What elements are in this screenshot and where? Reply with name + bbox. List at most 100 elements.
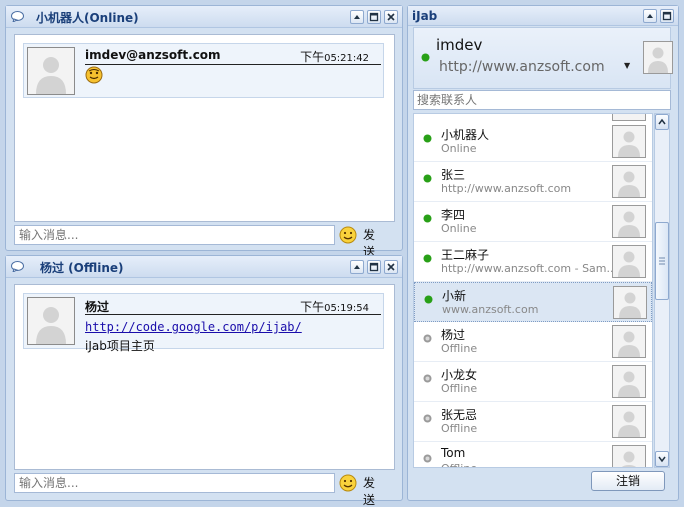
status-dropdown-icon[interactable]: ▼ bbox=[624, 61, 630, 70]
current-user-card[interactable]: imdev http://www.anzsoft.com ▼ bbox=[413, 27, 673, 89]
offline-status-icon bbox=[423, 414, 432, 423]
contact-item[interactable]: 王二麻子 http://www.anzsoft.com - Sam... bbox=[414, 242, 652, 282]
contact-status: http://www.anzsoft.com bbox=[441, 182, 572, 195]
divider bbox=[85, 64, 381, 65]
avatar bbox=[612, 405, 646, 438]
contact-status: http://www.anzsoft.com - Sam... bbox=[441, 262, 617, 275]
online-status-icon bbox=[423, 134, 432, 143]
contact-name: 小机器人 bbox=[441, 128, 490, 142]
current-user-avatar bbox=[643, 41, 673, 74]
contact-status: Offline bbox=[441, 462, 477, 467]
message-time: 下午05:21:42 bbox=[300, 48, 369, 65]
contact-item[interactable]: 李四 Online bbox=[414, 202, 652, 242]
chat-window-title: 小机器人(Online) bbox=[36, 11, 139, 25]
contact-name: 杨过 bbox=[441, 328, 466, 342]
contact-name: 张三 bbox=[441, 168, 466, 182]
smiley-icon bbox=[85, 66, 103, 84]
contact-list-scrollbar[interactable] bbox=[654, 113, 670, 468]
close-button[interactable] bbox=[384, 260, 398, 274]
current-user-status[interactable]: http://www.anzsoft.com bbox=[439, 59, 605, 75]
message-input[interactable] bbox=[14, 473, 335, 493]
contact-status: Online bbox=[441, 142, 477, 155]
contact-search-input[interactable] bbox=[413, 90, 671, 110]
contact-item[interactable]: 张三 http://www.anzsoft.com bbox=[414, 162, 652, 202]
contact-item[interactable]: 张无忌 Offline bbox=[414, 402, 652, 442]
chat-window-titlebar[interactable]: 小机器人(Online) bbox=[6, 6, 402, 28]
scroll-up-button[interactable] bbox=[655, 114, 669, 130]
user-silhouette-icon bbox=[619, 292, 641, 318]
offline-status-icon bbox=[423, 454, 432, 463]
chat-bubble-icon bbox=[11, 11, 24, 22]
chat-window-yangguo: 杨过 (Offline) 杨过 下午05:19:54 http://code.g… bbox=[5, 255, 403, 507]
roster-panel: iJab imdev http://www.anzsoft.com ▼ 小机器人… bbox=[407, 5, 679, 501]
message-sender: imdev@anzsoft.com bbox=[85, 48, 221, 62]
maximize-icon bbox=[369, 12, 379, 22]
avatar bbox=[612, 125, 646, 158]
close-icon bbox=[387, 263, 395, 271]
maximize-button[interactable] bbox=[660, 9, 674, 23]
offline-status-icon bbox=[423, 334, 432, 343]
contact-name: 李四 bbox=[441, 208, 466, 222]
maximize-icon bbox=[662, 11, 672, 21]
roster-titlebar[interactable]: iJab bbox=[408, 6, 678, 26]
message-input[interactable] bbox=[14, 225, 335, 245]
contact-status: Offline bbox=[441, 382, 478, 395]
chat-window-title: 杨过 (Offline) bbox=[40, 261, 124, 275]
minimize-button[interactable] bbox=[350, 10, 364, 24]
avatar bbox=[27, 47, 75, 95]
contact-item[interactable]: 杨过 Offline bbox=[414, 322, 652, 362]
maximize-button[interactable] bbox=[367, 10, 381, 24]
online-status-icon bbox=[423, 254, 432, 263]
grip-icon bbox=[659, 257, 665, 265]
maximize-button[interactable] bbox=[367, 260, 381, 274]
chat-message: 杨过 下午05:19:54 http://code.google.com/p/i… bbox=[23, 293, 384, 353]
divider bbox=[85, 314, 381, 315]
message-history[interactable]: imdev@anzsoft.com 下午05:21:42 bbox=[14, 34, 395, 222]
chat-window-titlebar[interactable]: 杨过 (Offline) bbox=[6, 256, 402, 278]
collapse-icon bbox=[354, 15, 360, 19]
contact-name: 小龙女 bbox=[441, 368, 478, 382]
user-silhouette-icon bbox=[618, 411, 640, 437]
online-status-icon bbox=[423, 214, 432, 223]
contact-list[interactable]: 小机器人 Online 张三 http://www.anzsoft.com 李四 Onli… bbox=[413, 113, 653, 468]
emoticon-picker-icon[interactable] bbox=[339, 474, 357, 492]
close-button[interactable] bbox=[384, 10, 398, 24]
contact-status: Online bbox=[441, 222, 477, 235]
message-time-prefix: 下午 bbox=[300, 50, 325, 64]
minimize-button[interactable] bbox=[350, 260, 364, 274]
message-link[interactable]: http://code.google.com/p/ijab/ bbox=[85, 320, 302, 334]
scroll-thumb[interactable] bbox=[655, 222, 669, 300]
roster-title: iJab bbox=[412, 9, 438, 23]
contact-item[interactable]: 小新 www.anzsoft.com bbox=[414, 282, 652, 322]
maximize-icon bbox=[369, 262, 379, 272]
chat-message: imdev@anzsoft.com 下午05:21:42 bbox=[23, 43, 384, 98]
offline-status-icon bbox=[423, 374, 432, 383]
avatar bbox=[612, 205, 646, 238]
minimize-button[interactable] bbox=[643, 9, 657, 23]
user-silhouette-icon bbox=[36, 57, 66, 94]
avatar bbox=[27, 297, 75, 345]
avatar bbox=[612, 114, 646, 121]
chevron-down-icon bbox=[658, 456, 666, 463]
current-user-name: imdev bbox=[436, 36, 483, 54]
online-status-icon bbox=[424, 295, 433, 304]
send-button[interactable]: 发送 bbox=[363, 474, 375, 507]
chevron-up-icon bbox=[658, 118, 666, 125]
avatar bbox=[612, 245, 646, 278]
message-time: 下午05:19:54 bbox=[300, 298, 369, 315]
logout-button[interactable]: 注销 bbox=[591, 471, 665, 491]
emoticon-picker-icon[interactable] bbox=[339, 226, 357, 244]
contact-item[interactable]: 小龙女 Offline bbox=[414, 362, 652, 402]
contact-name: Tom bbox=[441, 446, 466, 460]
message-sender: 杨过 bbox=[85, 300, 110, 314]
user-silhouette-icon bbox=[618, 211, 640, 237]
user-silhouette-icon bbox=[618, 371, 640, 397]
message-history[interactable]: 杨过 下午05:19:54 http://code.google.com/p/i… bbox=[14, 284, 395, 470]
user-silhouette-icon bbox=[648, 47, 668, 73]
online-status-icon bbox=[421, 53, 430, 62]
avatar bbox=[612, 325, 646, 358]
scroll-down-button[interactable] bbox=[655, 451, 669, 467]
contact-status: www.anzsoft.com bbox=[442, 303, 539, 316]
contact-item[interactable]: Tom Offline bbox=[414, 442, 652, 467]
contact-item[interactable]: 小机器人 Online bbox=[414, 122, 652, 162]
